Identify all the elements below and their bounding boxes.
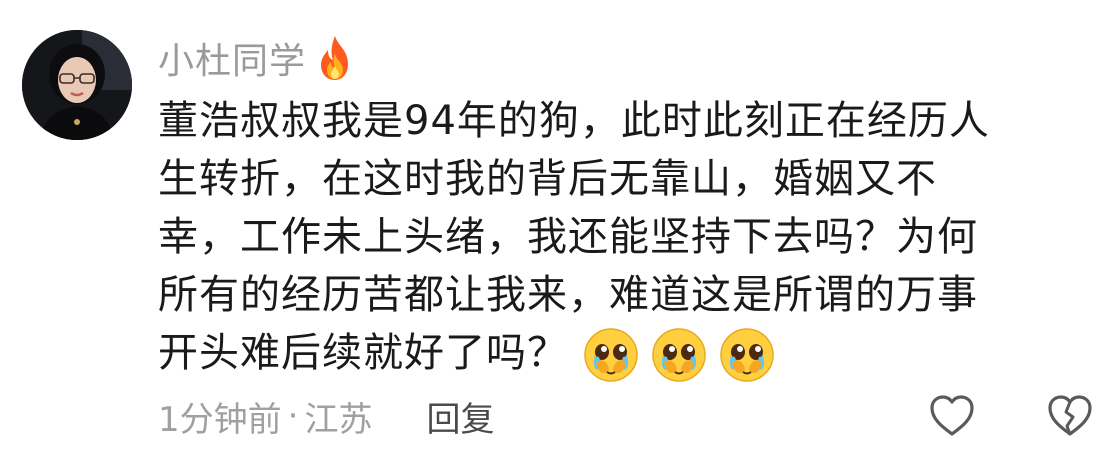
location: 江苏 <box>304 399 373 440</box>
comment-item: 小杜同学 董浩叔叔我是94年的狗，此时此刻正在经历人 生转折，在这时我的背后无靠… <box>0 0 1114 467</box>
comment-text-line: 开头难后续就好了吗？ <box>158 330 568 376</box>
username[interactable]: 小杜同学 <box>158 32 306 84</box>
comment-meta: 1分钟前 · 江苏 回复 <box>158 388 494 444</box>
username-row: 小杜同学 <box>158 28 356 88</box>
meta-separator: · <box>287 396 299 436</box>
pleading-face-icon <box>582 326 640 384</box>
reply-button[interactable]: 回复 <box>426 392 494 441</box>
dislike-button[interactable] <box>1042 388 1098 444</box>
comment-text-line-last: 开头难后续就好了吗？ <box>158 324 1088 384</box>
broken-heart-icon <box>1042 395 1098 448</box>
comment-text-line: 幸，工作未上头绪，我还能坚持下去吗？为何 <box>158 214 978 260</box>
comment-text-line: 所有的经历苦都让我来，难道这是所谓的万事 <box>158 272 978 318</box>
comment-text-line: 生转折，在这时我的背后无靠山，婚姻又不 <box>158 156 937 202</box>
comment-text-line: 董浩叔叔我是94年的狗，此时此刻正在经历人 <box>158 98 990 144</box>
pleading-face-icon <box>650 326 708 384</box>
comment-text: 董浩叔叔我是94年的狗，此时此刻正在经历人 生转折，在这时我的背后无靠山，婚姻又… <box>158 92 1088 384</box>
avatar[interactable] <box>22 30 132 140</box>
fire-icon <box>314 34 356 82</box>
heart-outline-icon <box>924 395 980 448</box>
emoji-row <box>582 326 776 384</box>
pleading-face-icon <box>718 326 776 384</box>
timestamp: 1分钟前 <box>158 399 282 440</box>
like-button[interactable] <box>924 388 980 444</box>
